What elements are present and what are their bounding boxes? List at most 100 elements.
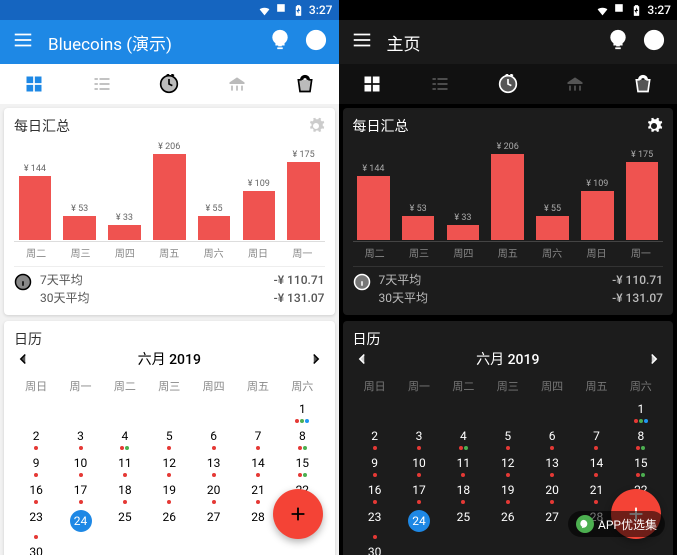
tab-basket[interactable] [271, 64, 339, 104]
day-18[interactable]: 18 [103, 479, 147, 505]
day-14[interactable]: 14 [236, 452, 280, 478]
tab-list[interactable] [68, 64, 136, 104]
day-9[interactable]: 9 [14, 452, 58, 478]
next-month[interactable] [645, 350, 663, 368]
status-time: 3:27 [647, 3, 671, 17]
day-21[interactable]: 21 [236, 479, 280, 505]
day-8[interactable]: 8 [280, 425, 324, 451]
summary-title: 每日汇总 [353, 116, 409, 136]
day-26[interactable]: 26 [486, 506, 530, 540]
dow: 周日 [14, 375, 58, 397]
day-17[interactable]: 17 [397, 479, 441, 505]
box-icon [613, 2, 626, 18]
status-bar: 3:27 [339, 0, 677, 20]
bar-2: ¥ 33 [104, 142, 146, 240]
day-15[interactable]: 15 [280, 452, 324, 478]
dow: 周四 [530, 375, 574, 397]
gear-icon[interactable] [307, 117, 325, 135]
help-icon[interactable] [305, 29, 327, 55]
day-19[interactable]: 19 [486, 479, 530, 505]
month-label[interactable]: 六月 2019 [138, 349, 201, 369]
day-10[interactable]: 10 [397, 452, 441, 478]
dow: 周五 [574, 375, 618, 397]
day-12[interactable]: 12 [147, 452, 191, 478]
status-time: 3:27 [309, 3, 333, 17]
day-2[interactable]: 2 [353, 425, 397, 451]
day-11[interactable]: 11 [441, 452, 485, 478]
calendar-title: 日历 [14, 329, 325, 349]
tab-bank[interactable] [542, 64, 610, 104]
dow: 周六 [280, 375, 324, 397]
dow: 周三 [147, 375, 191, 397]
day-9[interactable]: 9 [353, 452, 397, 478]
tab-dashboard[interactable] [0, 64, 68, 104]
day-2[interactable]: 2 [14, 425, 58, 451]
day-5[interactable]: 5 [147, 425, 191, 451]
dow: 周二 [441, 375, 485, 397]
prev-month[interactable] [353, 350, 371, 368]
day-5[interactable]: 5 [486, 425, 530, 451]
tab-dashboard[interactable] [339, 64, 407, 104]
day-16[interactable]: 16 [353, 479, 397, 505]
day-4[interactable]: 4 [441, 425, 485, 451]
menu-icon[interactable] [351, 29, 373, 55]
menu-icon[interactable] [12, 29, 34, 55]
tab-list[interactable] [406, 64, 474, 104]
help-icon[interactable] [643, 29, 665, 55]
day-7[interactable]: 7 [574, 425, 618, 451]
day-25[interactable]: 25 [441, 506, 485, 540]
day-25[interactable]: 25 [103, 506, 147, 540]
tab-basket[interactable] [609, 64, 677, 104]
day-14[interactable]: 14 [574, 452, 618, 478]
watermark: APP优选集 [568, 511, 665, 537]
day-11[interactable]: 11 [103, 452, 147, 478]
day-27[interactable]: 27 [191, 506, 235, 540]
day-13[interactable]: 13 [191, 452, 235, 478]
day-6[interactable]: 6 [530, 425, 574, 451]
day-18[interactable]: 18 [441, 479, 485, 505]
day-23[interactable]: 23 [353, 506, 397, 540]
tab-clock[interactable] [135, 64, 203, 104]
day-3[interactable]: 3 [58, 425, 102, 451]
bar-3: ¥ 206 [487, 142, 529, 240]
prev-month[interactable] [14, 350, 32, 368]
day-24[interactable]: 24 [58, 506, 102, 540]
day-30[interactable]: 30 [353, 541, 397, 555]
bulb-icon[interactable] [607, 29, 629, 55]
day-15[interactable]: 15 [619, 452, 663, 478]
tab-clock[interactable] [474, 64, 542, 104]
dow: 周四 [191, 375, 235, 397]
day-24[interactable]: 24 [397, 506, 441, 540]
day-19[interactable]: 19 [147, 479, 191, 505]
day-6[interactable]: 6 [191, 425, 235, 451]
day-1[interactable]: 1 [619, 398, 663, 424]
day-20[interactable]: 20 [191, 479, 235, 505]
bar-chart: ¥ 144¥ 53¥ 33¥ 206¥ 55¥ 109¥ 175 [14, 142, 325, 242]
day-8[interactable]: 8 [619, 425, 663, 451]
bulb-icon[interactable] [269, 29, 291, 55]
dow: 周六 [619, 375, 663, 397]
day-3[interactable]: 3 [397, 425, 441, 451]
day-16[interactable]: 16 [14, 479, 58, 505]
day-21[interactable]: 21 [574, 479, 618, 505]
fab-add[interactable] [273, 489, 323, 539]
info-icon [353, 273, 371, 291]
day-17[interactable]: 17 [58, 479, 102, 505]
tab-bank[interactable] [203, 64, 271, 104]
day-4[interactable]: 4 [103, 425, 147, 451]
app-title: 主页 [387, 30, 594, 55]
day-23[interactable]: 23 [14, 506, 58, 540]
next-month[interactable] [307, 350, 325, 368]
box-icon [275, 2, 288, 18]
day-1[interactable]: 1 [280, 398, 324, 424]
day-30[interactable]: 30 [14, 541, 58, 555]
day-20[interactable]: 20 [530, 479, 574, 505]
dow: 周日 [353, 375, 397, 397]
gear-icon[interactable] [645, 117, 663, 135]
day-13[interactable]: 13 [530, 452, 574, 478]
day-26[interactable]: 26 [147, 506, 191, 540]
month-label[interactable]: 六月 2019 [476, 349, 539, 369]
day-10[interactable]: 10 [58, 452, 102, 478]
day-12[interactable]: 12 [486, 452, 530, 478]
day-7[interactable]: 7 [236, 425, 280, 451]
